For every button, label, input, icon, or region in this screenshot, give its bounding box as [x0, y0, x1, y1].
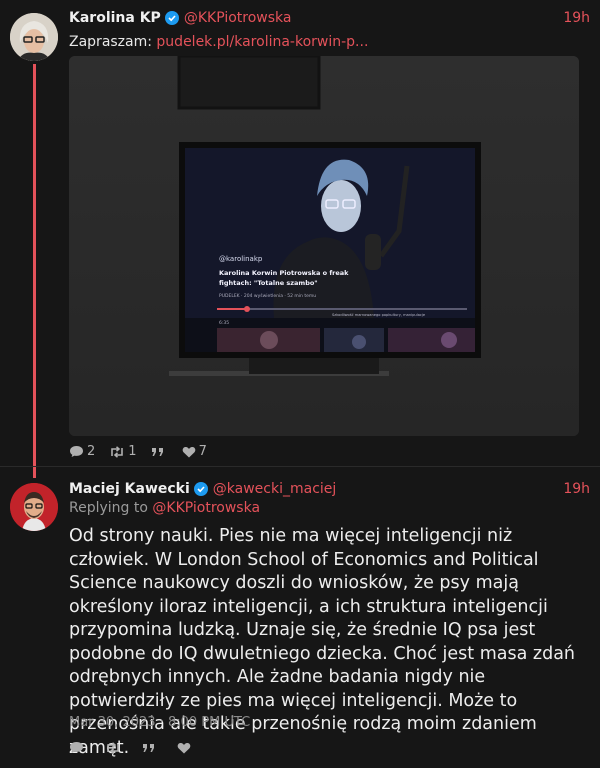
avatar[interactable]: [10, 483, 58, 531]
like-action[interactable]: [177, 742, 194, 754]
author-name[interactable]: Maciej Kawecki: [69, 481, 190, 497]
tweet-time[interactable]: 19h: [563, 481, 590, 497]
tweet-header: Maciej Kawecki @kawecki_maciej: [69, 481, 336, 497]
tweet-maciej: Maciej Kawecki @kawecki_maciej 19h Reply…: [0, 0, 600, 768]
quote-action[interactable]: [142, 743, 159, 753]
replying-handle[interactable]: @KKPiotrowska: [152, 500, 260, 516]
retweet-action[interactable]: [105, 741, 124, 754]
verified-icon: [193, 482, 208, 496]
tweet-actions: [69, 741, 208, 754]
reply-action[interactable]: [69, 741, 87, 754]
author-handle[interactable]: @kawecki_maciej: [213, 481, 337, 497]
replying-label: Replying to: [69, 500, 153, 516]
avatar-photo: [10, 483, 58, 531]
replying-to: Replying to @KKPiotrowska: [69, 500, 260, 516]
quote-icon: [143, 743, 154, 752]
heart-icon: [177, 742, 191, 753]
tweet-date[interactable]: Mar 30, 2023 · 8:00 PM UTC: [69, 715, 250, 730]
comment-icon: [70, 742, 83, 753]
retweet-icon: [107, 741, 119, 754]
